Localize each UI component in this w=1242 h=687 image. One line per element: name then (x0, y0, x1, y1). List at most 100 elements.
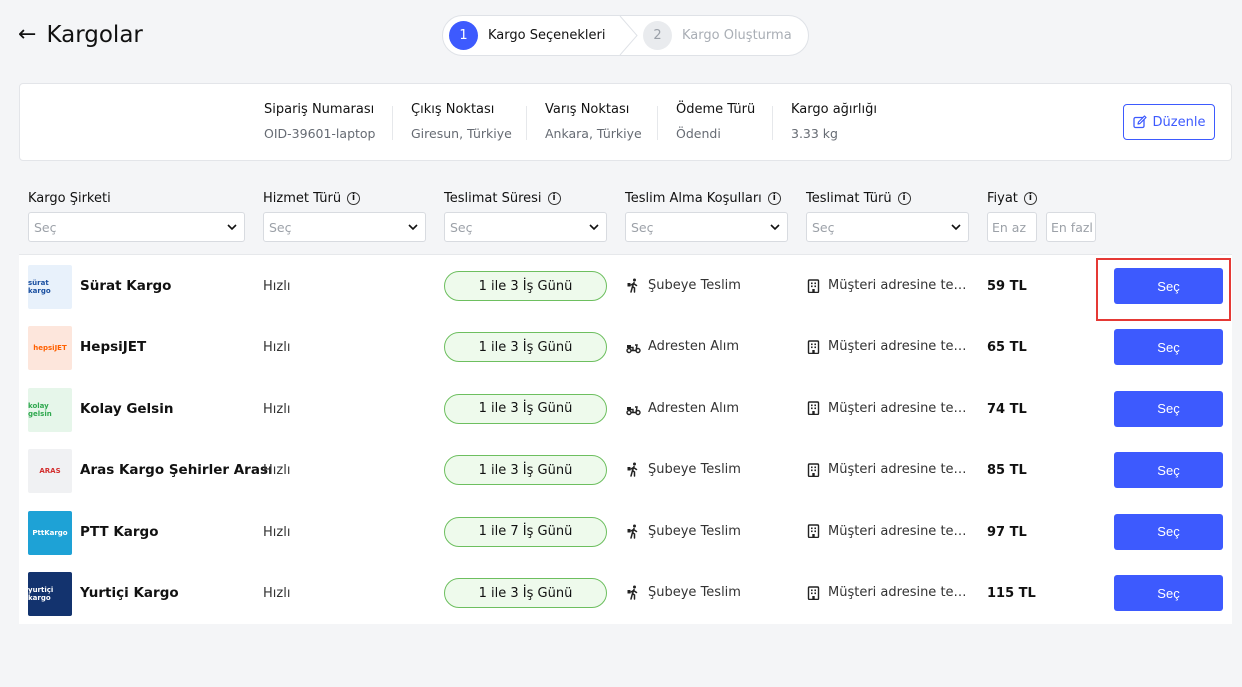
cargo-table: Kargo Şirketi Hizmet Türü i Teslimat Süre… (19, 178, 1232, 624)
service-type: Hızlı (263, 279, 291, 294)
header-label: Teslimat Süresi (444, 191, 542, 206)
arrow-left-icon[interactable]: ← (18, 20, 36, 50)
service-type: Hızlı (263, 463, 291, 479)
header-service: Hizmet Türü i (263, 191, 361, 206)
field-value: OID-39601-laptop (264, 126, 376, 141)
service-type: Hızlı (263, 340, 291, 356)
pickup-condition: Şubeye Teslim (626, 585, 741, 600)
divider (526, 106, 527, 140)
building-icon (807, 340, 820, 354)
delivery-type: Müşteri adresine teslim (807, 278, 971, 293)
building-icon (807, 524, 820, 539)
info-icon[interactable]: i (547, 192, 561, 205)
edit-icon (1132, 115, 1147, 129)
field-label: Çıkış Noktası (411, 102, 495, 117)
select-button[interactable]: Seç (1114, 329, 1223, 366)
logo-text: kolay gelsin (28, 401, 52, 418)
header-price: Fiyat i (987, 191, 1037, 206)
field-label: Ödeme Türü (676, 102, 756, 117)
select-button[interactable]: Seç (1114, 513, 1223, 550)
pickup-label: Şubeye Teslim (648, 585, 741, 600)
field-value: 3.33 kg (791, 126, 838, 141)
pickup-condition: Adresten Alım (626, 401, 739, 416)
field-label: Kargo ağırlığı (791, 102, 877, 117)
chevron-down-icon (770, 224, 780, 231)
edit-button[interactable]: Düzenle (1123, 104, 1215, 140)
service-type: Hızlı (263, 586, 291, 601)
info-icon[interactable]: i (347, 192, 361, 205)
pickup-filter-select[interactable]: Seç (625, 212, 788, 242)
field-value: Giresun, Türkiye (411, 126, 512, 141)
page-header: ← Kargolar (18, 20, 143, 50)
price: 65 TL (987, 340, 1027, 356)
info-icon[interactable]: i (767, 192, 781, 205)
delivery-label: Müşteri adresine teslim (828, 400, 971, 416)
select-placeholder: Seç (450, 219, 473, 235)
highlight-box (1096, 258, 1231, 321)
table-row: sürat kargo Sürat Kargo Hızlı 1 ile 3 İş Gü… (19, 256, 1232, 317)
stepper: 1 Kargo Seçenekleri 2 Kargo Oluşturma (442, 15, 809, 56)
select-button[interactable]: Seç (1114, 575, 1223, 611)
delivery-duration-badge: 1 ile 3 İş Günü (444, 271, 607, 301)
edit-label: Düzenle (1152, 114, 1206, 130)
price: 85 TL (987, 463, 1027, 479)
select-button[interactable]: Seç (1114, 390, 1223, 427)
walking-person-icon (627, 524, 638, 539)
company-logo: kolay gelsin (28, 387, 72, 432)
header-label: Hizmet Türü (263, 191, 342, 206)
logo-text: ARAS (39, 467, 61, 476)
delivery-filter-select[interactable]: Seç (806, 212, 969, 242)
service-filter-select[interactable]: Seç (263, 212, 426, 242)
table-row: yurtiçi kargo Yurtiçi Kargo Hızlı 1 ile 3 İ… (19, 563, 1232, 624)
delivery-type: Müşteri adresine teslim (807, 524, 971, 539)
scooter-icon (626, 344, 641, 354)
walking-person-icon (627, 462, 638, 477)
company-logo: sürat kargo (28, 265, 72, 309)
chevron-down-icon (227, 224, 237, 231)
scooter-icon (626, 406, 641, 415)
delivery-duration-badge: 1 ile 3 İş Günü (444, 393, 607, 424)
delivery-type: Müşteri adresine teslim (807, 339, 971, 354)
price-max-input[interactable]: En fazl (1046, 212, 1096, 242)
weight-field: Kargo ağırlığı 3.33 kg (791, 102, 877, 144)
delivery-type: Müşteri adresine teslim (807, 585, 971, 600)
company-name: PTT Kargo (80, 523, 159, 540)
header-delivery: Teslimat Türü i (806, 191, 911, 206)
price: 59 TL (987, 279, 1027, 294)
price-min-input[interactable]: En az (987, 212, 1037, 242)
order-info-card: Sipariş Numarası OID-39601-laptop Çıkış … (19, 83, 1232, 161)
delivery-duration-badge: 1 ile 3 İş Günü (444, 455, 607, 486)
walking-person-icon (627, 278, 638, 293)
delivery-label: Müşteri adresine teslim (828, 339, 971, 355)
origin-field: Çıkış Noktası Giresun, Türkiye (411, 102, 512, 144)
step-cargo-creation[interactable]: 2 Kargo Oluşturma (623, 16, 792, 55)
select-button[interactable]: Seç (1114, 452, 1223, 489)
step-number: 1 (449, 21, 478, 50)
building-icon (807, 462, 820, 477)
chevron-down-icon (408, 224, 418, 231)
destination-field: Varış Noktası Ankara, Türkiye (545, 102, 642, 144)
table-header: Kargo Şirketi Hizmet Türü i Teslimat Süre… (19, 178, 1232, 255)
delivery-label: Müşteri adresine teslim (828, 462, 971, 478)
step-cargo-options[interactable]: 1 Kargo Seçenekleri (443, 16, 638, 55)
step-number: 2 (643, 21, 672, 50)
select-placeholder: Seç (34, 219, 57, 235)
company-name: Yurtiçi Kargo (80, 585, 179, 601)
pickup-condition: Adresten Alım (626, 339, 739, 354)
table-row: kolay gelsin Kolay Gelsin Hızlı 1 ile 3 İş … (19, 379, 1232, 440)
header-label: Kargo Şirketi (28, 191, 111, 206)
logo-text: hepsiJET (33, 344, 67, 353)
field-label: Sipariş Numarası (264, 102, 375, 117)
info-icon[interactable]: i (897, 192, 911, 205)
company-name: Sürat Kargo (80, 278, 172, 294)
delivery-type: Müşteri adresine teslim (807, 462, 971, 477)
logo-text: yurtiçi kargo (28, 586, 54, 602)
duration-filter-select[interactable]: Seç (444, 212, 607, 242)
table-row: hepsiJET HepsiJET Hızlı 1 ile 3 İş Günü Adre… (19, 317, 1232, 378)
logo-text: PttKargo (32, 528, 68, 537)
field-label: Varış Noktası (545, 102, 630, 117)
header-label: Teslim Alma Koşulları (625, 191, 762, 206)
company-logo: hepsiJET (28, 326, 72, 371)
info-icon[interactable]: i (1023, 192, 1037, 205)
company-filter-select[interactable]: Seç (28, 212, 245, 242)
